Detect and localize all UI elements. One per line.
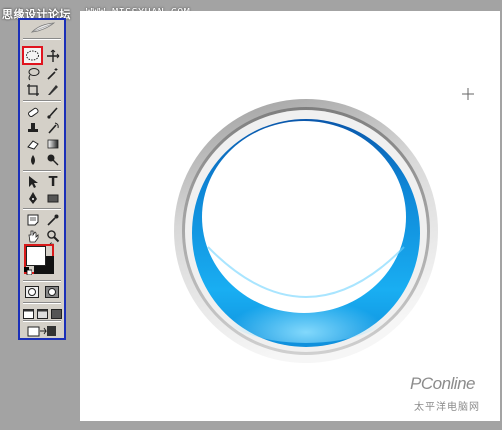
brush-icon <box>47 107 58 119</box>
brush-tool[interactable] <box>44 104 62 120</box>
clone-stamp-tool[interactable] <box>24 120 42 136</box>
feather-logo-icon <box>30 22 56 33</box>
screen-mode-icon <box>50 309 62 319</box>
jump-to-imageready-button[interactable] <box>26 323 58 339</box>
elliptical-marquee-icon <box>26 50 39 61</box>
magic-wand-icon <box>47 68 58 80</box>
history-brush-icon <box>48 122 59 134</box>
dodge-icon <box>47 154 59 166</box>
bandage-icon <box>28 107 39 118</box>
stamp-icon <box>28 123 38 132</box>
rectangle-icon <box>47 194 59 203</box>
elliptical-marquee-tool-highlight[interactable] <box>22 46 43 65</box>
pen-icon <box>29 192 37 204</box>
quick-mask-button[interactable] <box>44 284 60 300</box>
toolbox-divider <box>23 208 61 210</box>
pen-tool[interactable] <box>24 190 42 206</box>
toolbox-divider <box>23 280 61 282</box>
history-brush-tool[interactable] <box>44 120 62 136</box>
screen-mode-icon <box>36 309 48 319</box>
blur-tool[interactable] <box>24 152 42 168</box>
gradient-icon <box>47 139 59 149</box>
move-icon <box>47 49 60 62</box>
toolbox-divider <box>23 302 61 304</box>
drop-icon <box>31 155 35 165</box>
lasso-icon <box>28 68 40 81</box>
crosshair-cursor-icon <box>462 88 474 100</box>
crop-tool[interactable] <box>24 82 42 98</box>
watermark-brand: PConline <box>410 374 476 393</box>
gradient-tool[interactable] <box>44 136 62 152</box>
eraser-tool[interactable] <box>24 136 42 152</box>
slice-knife-icon <box>48 85 58 95</box>
hand-icon <box>28 230 39 243</box>
quick-mask-icon <box>45 286 59 298</box>
dodge-tool[interactable] <box>44 152 62 168</box>
foreground-color-swatch[interactable] <box>26 246 46 266</box>
eyedropper-tool[interactable] <box>44 212 62 228</box>
lasso-tool[interactable] <box>24 66 42 82</box>
slice-tool[interactable] <box>44 82 62 98</box>
rectangle-tool[interactable] <box>44 190 62 206</box>
eyedropper-icon <box>47 214 59 226</box>
toolbox-divider <box>23 170 61 172</box>
arrow-cursor-icon <box>29 176 38 188</box>
magic-wand-tool[interactable] <box>44 66 62 82</box>
standard-mode-button[interactable] <box>24 284 40 300</box>
path-selection-tool[interactable] <box>24 174 42 190</box>
eraser-icon <box>27 140 39 150</box>
default-colors-icon[interactable] <box>24 267 32 275</box>
toolbox-divider <box>23 38 61 40</box>
tools-palette: T ↰ <box>18 18 66 340</box>
notes-tool[interactable] <box>24 212 42 228</box>
toolbox-divider <box>23 100 61 102</box>
standard-mode-icon <box>25 286 39 298</box>
healing-brush-tool[interactable] <box>24 104 42 120</box>
move-tool[interactable] <box>44 48 62 64</box>
note-icon <box>27 214 39 226</box>
photoshop-workspace: 思缘设计论坛 WWW.MISSYUAN.COM <box>0 0 502 430</box>
hand-tool[interactable] <box>24 228 42 244</box>
type-tool[interactable]: T <box>44 174 62 190</box>
blue-ring-button-graphic <box>174 99 438 363</box>
imageready-jump-icon <box>27 326 56 337</box>
pconline-watermark: PConline 太平洋电脑网 <box>410 374 498 418</box>
crop-icon <box>27 84 39 96</box>
magnifier-icon <box>47 230 60 243</box>
screen-mode-icon <box>22 309 34 319</box>
toolbox-divider <box>23 320 61 322</box>
watermark-subtitle: 太平洋电脑网 <box>414 402 480 413</box>
